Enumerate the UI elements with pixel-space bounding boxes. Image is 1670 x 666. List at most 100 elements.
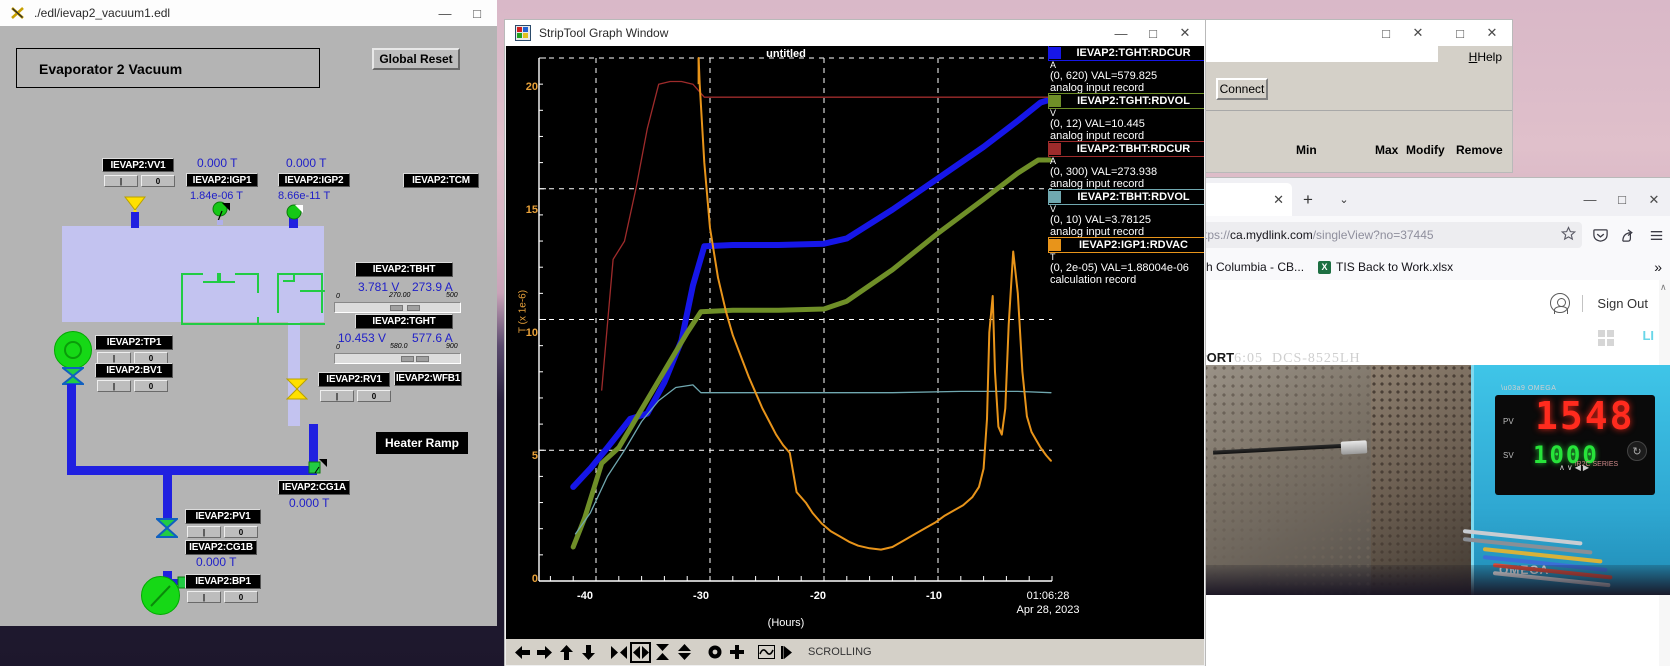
global-reset-button[interactable]: Global Reset <box>372 48 460 70</box>
bookmark-item[interactable]: sh Columbia - CB... <box>1200 260 1304 274</box>
chevron-up-icon[interactable]: ∧ <box>1660 282 1667 293</box>
tag-bp1[interactable]: IEVAP2:BP1 <box>185 574 261 589</box>
plus-icon[interactable] <box>726 641 747 663</box>
heater-coil-notch-left <box>203 273 219 283</box>
heater-ramp-button[interactable]: Heater Ramp <box>376 432 468 454</box>
toggle-rv1[interactable]: | 0 <box>320 390 391 402</box>
tag-igp1[interactable]: IEVAP2:IGP1 <box>186 173 258 187</box>
striptool-maximize-button[interactable]: □ <box>1137 20 1169 46</box>
chevron-down-icon[interactable]: ⌄ <box>1324 183 1364 216</box>
legend-item[interactable]: IEVAP2:IGP1:RDVAC T (0, 2e-05) VAL=1.88004… <box>1048 237 1204 286</box>
tght-slider-thumb-2[interactable] <box>416 356 429 362</box>
striptool-plot-area[interactable]: untitled T (x 1e-6) 20 15 10 5 0 -40 -30… <box>506 46 1204 639</box>
tag-vv1[interactable]: IEVAP2:VV1 <box>102 158 174 172</box>
tag-cg1b[interactable]: IEVAP2:CG1B <box>185 540 257 555</box>
tght-slider[interactable] <box>334 353 461 364</box>
legend-unit: A <box>1050 60 1057 70</box>
expand-horizontal-icon[interactable] <box>630 641 651 663</box>
tag-rv1[interactable]: IEVAP2:RV1 <box>318 372 390 387</box>
channel-dialog-close-button[interactable]: ✕ <box>1476 20 1508 46</box>
user-avatar-icon[interactable] <box>1550 293 1571 314</box>
toggle-bp1[interactable]: | 0 <box>187 591 258 603</box>
grid-cell <box>1598 339 1605 346</box>
jump-to-end-icon[interactable] <box>778 641 799 663</box>
tag-cg1a[interactable]: IEVAP2:CG1A <box>278 480 350 495</box>
tag-wfb1[interactable]: IEVAP2:WFB1 <box>394 371 462 386</box>
new-tab-button[interactable]: + <box>1292 183 1324 216</box>
toggle-vv1-on[interactable]: | <box>104 175 138 187</box>
arrow-up-icon[interactable] <box>556 641 577 663</box>
fragment-maximize-button[interactable]: □ <box>1370 20 1402 46</box>
connect-button[interactable]: Connect <box>1216 78 1268 100</box>
browser-minimize-button[interactable]: — <box>1574 183 1606 216</box>
url-input[interactable]: tps://ca.mydlink.com/singleView?no=37445 <box>1198 222 1582 248</box>
legend-range-and-value: (0, 12) VAL=10.445 <box>1050 118 1145 130</box>
video-bottom-shadow <box>1203 565 1670 595</box>
legend-item-header: IEVAP2:TGHT:RDCUR <box>1048 46 1204 61</box>
legend-item[interactable]: IEVAP2:TGHT:RDCUR A (0, 620) VAL=579.825 an… <box>1048 46 1204 94</box>
toggle-pv1[interactable]: | 0 <box>187 526 258 538</box>
browser-maximize-button[interactable]: □ <box>1606 183 1638 216</box>
bookmarks-overflow-button[interactable]: » <box>1654 259 1662 275</box>
toggle-bv1-off[interactable]: 0 <box>134 380 168 392</box>
striptool-minimize-button[interactable]: — <box>1105 20 1137 46</box>
toggle-vv1-off[interactable]: 0 <box>141 175 175 187</box>
valve-pv1[interactable] <box>154 518 180 543</box>
share-icon[interactable] <box>1614 221 1642 249</box>
striptool-close-button[interactable]: ✕ <box>1169 20 1201 46</box>
toggle-bp1-off[interactable]: 0 <box>224 591 258 603</box>
legend-channel-name: IEVAP2:TGHT:RDCUR <box>1076 47 1191 59</box>
perforated-enclosure-left <box>1203 365 1373 595</box>
close-icon[interactable]: ✕ <box>1273 192 1284 208</box>
toggle-bv1[interactable]: | 0 <box>97 380 168 392</box>
browser-tab-active[interactable]: ✕ <box>1198 183 1292 216</box>
valve-rv1[interactable] <box>285 378 309 405</box>
pocket-icon[interactable] <box>1586 221 1614 249</box>
gauge-cg1a <box>308 458 328 481</box>
tbht-slider[interactable] <box>334 302 461 313</box>
striptool-window: StripTool Graph Window — □ ✕ untitled T … <box>505 20 1205 666</box>
toggle-bv1-on[interactable]: | <box>97 380 131 392</box>
toggle-rv1-off[interactable]: 0 <box>357 390 391 402</box>
legend-item[interactable]: IEVAP2:TGHT:RDVOL V (0, 12) VAL=10.445 anal… <box>1048 93 1204 142</box>
arrow-left-icon[interactable] <box>512 641 533 663</box>
tbht-slider-thumb[interactable] <box>390 305 403 311</box>
channel-dialog-maximize-button[interactable]: □ <box>1444 20 1476 46</box>
edm-minimize-button[interactable]: — <box>429 0 461 26</box>
fragment-close-button[interactable]: ✕ <box>1402 20 1434 46</box>
arrow-down-icon[interactable] <box>578 641 599 663</box>
turbo-pump-tp1 <box>54 331 92 369</box>
bookmark-item[interactable]: X TIS Back to Work.xlsx <box>1318 260 1453 274</box>
tag-tp1[interactable]: IEVAP2:TP1 <box>95 335 173 350</box>
tght-slider-thumb[interactable] <box>401 356 414 362</box>
expand-vertical-icon[interactable] <box>674 641 695 663</box>
star-icon[interactable] <box>1560 226 1577 244</box>
grid-view-icon[interactable] <box>1598 330 1614 346</box>
legend-item[interactable]: IEVAP2:TBHT:RDVOL V (0, 10) VAL=3.78125 ana… <box>1048 189 1204 238</box>
browser-close-button[interactable]: ✕ <box>1638 183 1670 216</box>
collapse-horizontal-icon[interactable] <box>608 641 629 663</box>
toggle-vv1[interactable]: | 0 <box>104 175 175 187</box>
tag-tght[interactable]: IEVAP2:TGHT <box>355 314 453 329</box>
ring-icon[interactable] <box>704 641 725 663</box>
tag-tcm[interactable]: IEVAP2:TCM <box>403 173 479 188</box>
toggle-pv1-on[interactable]: | <box>187 526 221 538</box>
arrow-right-icon[interactable] <box>534 641 555 663</box>
tag-bv1[interactable]: IEVAP2:BV1 <box>95 363 173 378</box>
legend-record-type: calculation record <box>1050 274 1137 286</box>
hamburger-menu-icon[interactable] <box>1642 221 1670 249</box>
help-menu[interactable]: HHelp <box>1469 50 1502 64</box>
url-host: ca.mydlink.com <box>1230 228 1313 242</box>
edm-maximize-button[interactable]: □ <box>461 0 493 26</box>
toggle-bp1-on[interactable]: | <box>187 591 221 603</box>
tag-pv1[interactable]: IEVAP2:PV1 <box>185 509 261 524</box>
tag-tbht[interactable]: IEVAP2:TBHT <box>355 262 453 277</box>
tbht-slider-thumb-2[interactable] <box>407 305 420 311</box>
collapse-vertical-icon[interactable] <box>652 641 673 663</box>
toggle-pv1-off[interactable]: 0 <box>224 526 258 538</box>
legend-item[interactable]: IEVAP2:TBHT:RDCUR A (0, 300) VAL=273.938 an… <box>1048 141 1204 190</box>
tag-igp2[interactable]: IEVAP2:IGP2 <box>278 173 350 187</box>
toggle-rv1-on[interactable]: | <box>320 390 354 402</box>
autoscale-icon[interactable] <box>756 641 777 663</box>
sign-out-link[interactable]: Sign Out <box>1597 296 1648 311</box>
